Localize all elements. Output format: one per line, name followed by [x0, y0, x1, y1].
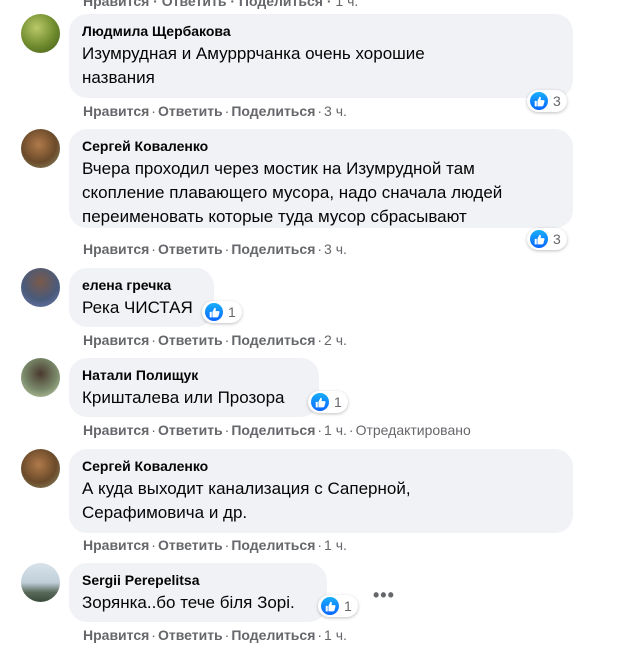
reply-link[interactable]: Ответить — [158, 627, 223, 643]
like-link[interactable]: Нравится — [83, 537, 149, 553]
comment-bubble: Сергей Коваленко А куда выходит канализа… — [69, 449, 573, 533]
avatar[interactable] — [21, 129, 60, 168]
reply-link[interactable]: Ответить — [158, 422, 223, 438]
reply-link[interactable]: Ответить — [162, 0, 227, 9]
comment-author[interactable]: Натали Полищук — [82, 366, 307, 384]
reply-link[interactable]: Ответить — [158, 537, 223, 553]
like-link[interactable]: Нравится — [83, 627, 149, 643]
more-options-icon[interactable]: ••• — [373, 585, 395, 606]
edited-label[interactable]: Отредактировано — [356, 422, 471, 438]
comment-time[interactable]: 1 ч. — [324, 537, 347, 553]
comment-author[interactable]: елена гречка — [82, 276, 202, 294]
reply-link[interactable]: Ответить — [158, 103, 223, 119]
share-link[interactable]: Поделиться — [231, 241, 315, 257]
comment-bubble: елена гречка Река ЧИСТАЯ — [69, 268, 214, 327]
thumbs-up-icon — [321, 597, 339, 615]
avatar[interactable] — [21, 268, 60, 307]
thumbs-up-icon — [205, 303, 223, 321]
comment-author[interactable]: Людмила Щербакова — [82, 22, 561, 40]
comment-author[interactable]: Сергей Коваленко — [82, 457, 561, 475]
comment-actions-previous: Нравится · Ответить · Поделиться · 1 ч. — [83, 0, 358, 9]
avatar[interactable] — [21, 358, 60, 397]
comment-text: Вчера проходил через мостик на Изумрудно… — [82, 159, 503, 226]
comment-actions: Нравится · Ответить · Поделиться · 2 ч. — [83, 332, 347, 348]
comment-bubble: Сергей Коваленко Вчера проходил через мо… — [69, 129, 573, 228]
reaction-number: 3 — [553, 93, 561, 109]
reply-link[interactable]: Ответить — [158, 241, 223, 257]
thumbs-up-icon — [311, 393, 329, 411]
reaction-number: 3 — [553, 231, 561, 247]
comment-author[interactable]: Sergii Perepelitsa — [82, 571, 315, 589]
like-link[interactable]: Нравится — [83, 422, 149, 438]
comment-author[interactable]: Сергей Коваленко — [82, 137, 561, 155]
comment-time[interactable]: 1 ч. — [335, 0, 358, 9]
avatar[interactable] — [21, 563, 60, 602]
share-link[interactable]: Поделиться — [231, 422, 315, 438]
share-link[interactable]: Поделиться — [231, 332, 315, 348]
reaction-number: 1 — [228, 304, 236, 320]
like-link[interactable]: Нравится — [83, 332, 149, 348]
share-link[interactable]: Поделиться — [231, 537, 315, 553]
comment-actions: Нравится · Ответить · Поделиться · 3 ч. — [83, 241, 347, 257]
reaction-number: 1 — [334, 394, 342, 410]
comment-time[interactable]: 1 ч. — [324, 627, 347, 643]
thumbs-up-icon — [530, 230, 548, 248]
reaction-count[interactable]: 1 — [318, 595, 358, 617]
comment-actions: Нравится · Ответить · Поделиться · 1 ч. · Отреда… — [83, 422, 471, 438]
comment-actions: Нравится · Ответить · Поделиться · 1 ч. — [83, 627, 347, 643]
comment-text: Изумрудная и Амурррчанка очень хорошие н… — [82, 44, 425, 87]
comment-time[interactable]: 1 ч. — [324, 422, 347, 438]
share-link[interactable]: Поделиться — [231, 103, 315, 119]
comment-text: Кришталева или Прозора — [82, 388, 285, 407]
reaction-number: 1 — [344, 598, 352, 614]
thumbs-up-icon — [530, 92, 548, 110]
like-link[interactable]: Нравится — [83, 103, 149, 119]
avatar[interactable] — [21, 449, 60, 488]
reaction-count[interactable]: 1 — [308, 391, 348, 413]
comment-text: А куда выходит канализация с Саперной, С… — [82, 479, 411, 522]
comment-time[interactable]: 3 ч. — [324, 241, 347, 257]
comment-bubble: Sergii Perepelitsa Зорянка..бо тече біля… — [69, 563, 327, 622]
comment-actions: Нравится · Ответить · Поделиться · 3 ч. — [83, 103, 347, 119]
avatar[interactable] — [21, 14, 60, 53]
share-link[interactable]: Поделиться — [231, 627, 315, 643]
like-link[interactable]: Нравится — [83, 0, 149, 9]
comment-actions: Нравится · Ответить · Поделиться · 1 ч. — [83, 537, 347, 553]
comment-text: Река ЧИСТАЯ — [82, 298, 193, 317]
comment-bubble: Людмила Щербакова Изумрудная и Амурррчан… — [69, 14, 573, 98]
comment-time[interactable]: 3 ч. — [324, 103, 347, 119]
reaction-count[interactable]: 3 — [527, 228, 567, 250]
reaction-count[interactable]: 1 — [202, 301, 242, 323]
share-link[interactable]: Поделиться — [239, 0, 323, 9]
reply-link[interactable]: Ответить — [158, 332, 223, 348]
comment-bubble: Натали Полищук Кришталева или Прозора — [69, 358, 319, 417]
like-link[interactable]: Нравится — [83, 241, 149, 257]
reaction-count[interactable]: 3 — [527, 90, 567, 112]
comment-time[interactable]: 2 ч. — [324, 332, 347, 348]
comment-text: Зорянка..бо тече біля Зорі. — [82, 593, 295, 612]
